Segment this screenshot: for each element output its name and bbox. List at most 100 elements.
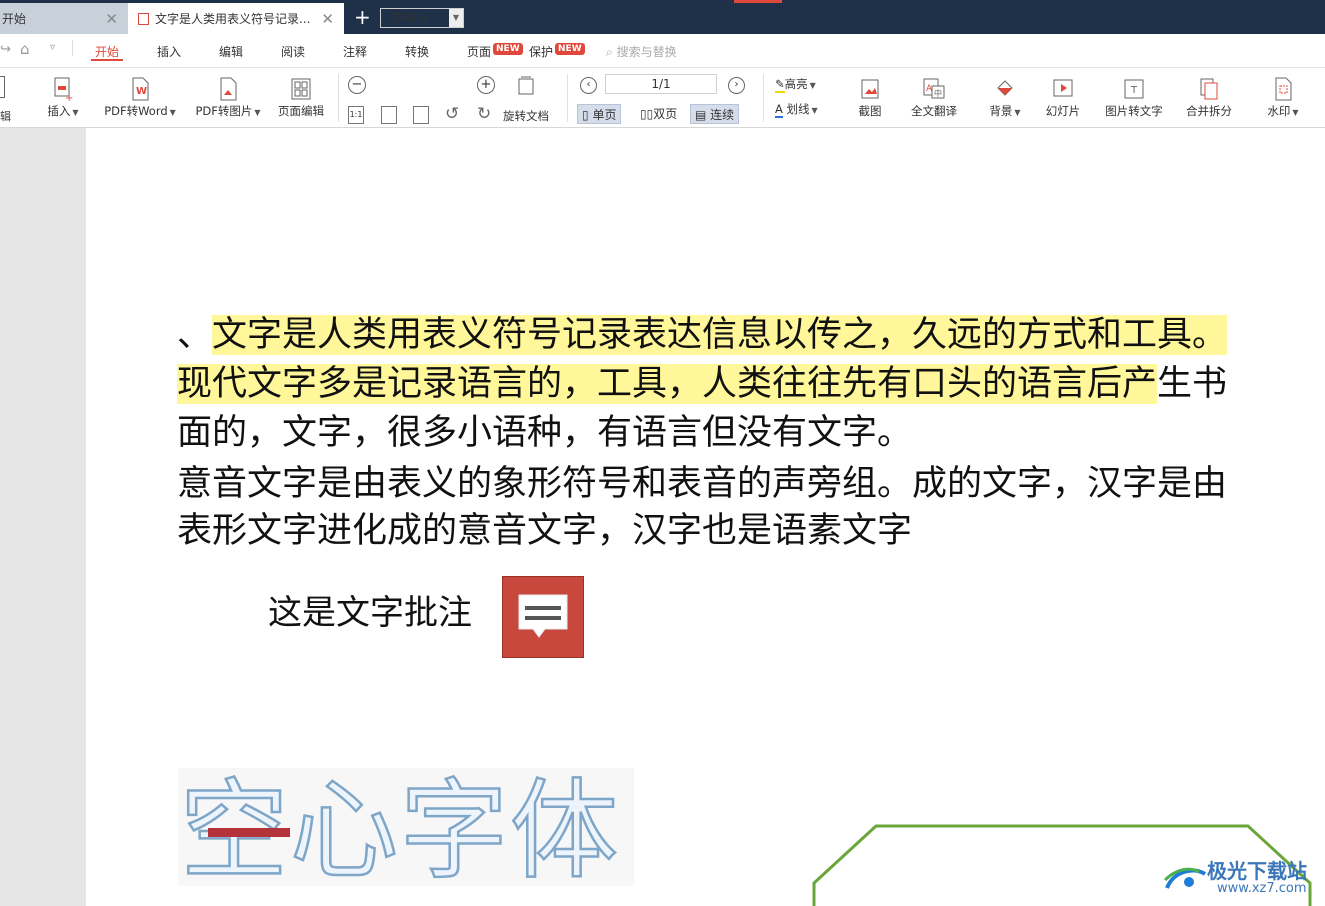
continuous-button[interactable]: ▤ 连续	[690, 104, 740, 124]
menu-convert[interactable]: 转换	[405, 43, 429, 60]
tab-document[interactable]: 文字是人类用表义符号记录... ✕	[128, 3, 344, 34]
dropdown-icon[interactable]: ▿	[50, 42, 55, 53]
paragraph-line: 意音文字是由表义的象形符号和表音的声旁组。成的文字，汉字是由	[177, 464, 1228, 504]
watermark-label: 水印	[1267, 104, 1291, 118]
rotate-right-icon[interactable]: ↻	[477, 104, 491, 124]
menu-page[interactable]: 页面 NEW	[467, 43, 523, 60]
translate-label: 全文翻译	[911, 104, 957, 118]
single-page-button[interactable]: ▯ 单页	[577, 104, 622, 124]
next-page-icon[interactable]: ›	[728, 77, 745, 94]
caret-down-icon: ▼	[169, 108, 176, 117]
new-badge: NEW	[555, 43, 585, 55]
double-page-label: 双页	[653, 107, 678, 121]
rotate-doc-label[interactable]: 旋转文档	[503, 108, 549, 124]
hollow-text-block: 空心字体	[178, 768, 634, 893]
page-grid-icon	[291, 78, 311, 100]
page-number-input[interactable]: 1/1	[605, 74, 717, 94]
new-tab-icon[interactable]: +	[354, 5, 371, 29]
pdf-to-word-label: PDF转Word	[104, 104, 168, 118]
continuous-label: 连续	[710, 108, 735, 122]
menu-insert[interactable]: 插入	[157, 43, 181, 60]
background-button[interactable]: 背景 ▼	[980, 74, 1030, 120]
edit-icon[interactable]	[0, 76, 5, 98]
merge-split-label: 合并拆分	[1186, 104, 1232, 118]
menu-protect[interactable]: 保护 NEW	[529, 43, 585, 60]
watermark-button[interactable]: 水印 ▼	[1258, 74, 1308, 120]
window-accent	[734, 0, 782, 3]
rotate-doc-icon[interactable]	[515, 74, 537, 96]
page-edit-button[interactable]: 页面编辑	[274, 74, 328, 118]
close-icon[interactable]: ✕	[321, 10, 334, 28]
ocr-icon: T	[1124, 79, 1144, 99]
strikeline-mark	[208, 828, 290, 837]
strike-label: 划线	[786, 102, 810, 116]
zoom-in-icon[interactable]: +	[477, 76, 495, 94]
translate-button[interactable]: A中 全文翻译	[906, 74, 962, 118]
caret-down-icon: ▼	[811, 106, 818, 115]
chevron-down-icon: ▼	[449, 9, 463, 27]
pdf-to-image-button[interactable]: PDF转图片 ▼	[192, 74, 264, 120]
pdf-to-word-button[interactable]: W PDF转Word ▼	[100, 74, 180, 120]
menu-page-label: 页面	[467, 45, 492, 59]
word-file-icon: W	[132, 77, 149, 101]
menu-read[interactable]: 阅读	[281, 43, 305, 60]
highlight-button[interactable]: ✎高亮 ▼	[775, 76, 816, 93]
insert-button[interactable]: + 插入 ▼	[38, 74, 88, 120]
double-page-icon: ▯▯	[640, 107, 654, 121]
line-text: 生书	[1157, 364, 1228, 404]
search-box[interactable]: ⌕ 搜索与替换	[606, 43, 677, 60]
double-page-button[interactable]: ▯▯双页	[636, 104, 681, 124]
menu-annotate[interactable]: 注释	[343, 43, 367, 60]
edit-label-partial[interactable]: 辑	[0, 108, 11, 124]
highlighted-text[interactable]: 现代文字多是记录语言的，工具，人类往往先有口头的语言后产	[177, 364, 1158, 404]
translate-icon: A中	[923, 78, 945, 99]
line-prefix: 、	[177, 315, 213, 355]
menu-home[interactable]: 开始	[95, 43, 119, 60]
redo-icon[interactable]: ↪	[0, 42, 11, 57]
home-icon[interactable]: ⌂	[20, 40, 30, 58]
svg-text:+: +	[65, 93, 73, 104]
zoom-value: 240%	[393, 11, 428, 25]
watermark-icon	[1275, 77, 1292, 101]
search-icon: ⌕	[606, 45, 613, 59]
insert-label: 插入	[47, 104, 71, 118]
zoom-out-icon[interactable]: −	[348, 76, 366, 94]
zoom-select[interactable]: 240% ▼	[380, 8, 464, 28]
svg-text:W: W	[136, 86, 147, 97]
tab-home[interactable]: 开始 ✕	[0, 3, 128, 34]
active-tab-indicator	[91, 59, 123, 61]
comment-note-icon[interactable]	[502, 576, 584, 658]
merge-split-button[interactable]: 合并拆分	[1182, 74, 1236, 118]
paragraph-line: 表形文字进化成的意音文字，汉字也是语素文字	[177, 511, 913, 551]
actual-size-icon[interactable]: 1:1	[348, 106, 364, 124]
paragraph-line: 、文字是人类用表义符号记录表达信息以传之，久远的方式和工具。	[177, 310, 1228, 360]
rotate-left-icon[interactable]: ↺	[445, 104, 459, 124]
background-label: 背景	[989, 104, 1013, 118]
watermark-title: 极光下载站	[1207, 859, 1307, 883]
fit-page-icon[interactable]	[381, 106, 397, 124]
highlighter-icon: ✎	[775, 77, 785, 93]
paragraph-line: 现代文字多是记录语言的，工具，人类往往先有口头的语言后产生书	[177, 359, 1227, 409]
menu-protect-label: 保护	[529, 45, 554, 59]
highlighted-text[interactable]: 文字是人类用表义符号记录表达信息以传之，久远的方式和工具。	[212, 315, 1228, 355]
menu-edit[interactable]: 编辑	[219, 43, 243, 60]
play-icon	[1053, 79, 1073, 97]
fit-width-icon[interactable]	[413, 106, 429, 124]
caret-down-icon: ▼	[72, 108, 79, 117]
caret-down-icon: ▼	[1292, 108, 1299, 117]
close-icon[interactable]: ✕	[105, 10, 118, 28]
prev-page-icon[interactable]: ‹	[580, 77, 597, 94]
slideshow-button[interactable]: 幻灯片	[1042, 74, 1084, 118]
pdf-to-image-label: PDF转图片	[195, 104, 253, 118]
image-to-text-button[interactable]: T 图片转文字	[1102, 74, 1166, 118]
single-page-label: 单页	[592, 108, 617, 122]
screenshot-button[interactable]: 截图	[853, 74, 887, 118]
single-page-icon: ▯	[582, 108, 589, 122]
divider	[763, 74, 764, 122]
strike-button[interactable]: A 划线 ▼	[775, 101, 818, 118]
caret-down-icon: ▼	[1014, 108, 1021, 117]
tab-home-label: 开始	[2, 12, 27, 26]
underline-icon: A	[775, 102, 783, 118]
continuous-icon: ▤	[695, 108, 707, 122]
caret-down-icon: ▼	[254, 108, 261, 117]
